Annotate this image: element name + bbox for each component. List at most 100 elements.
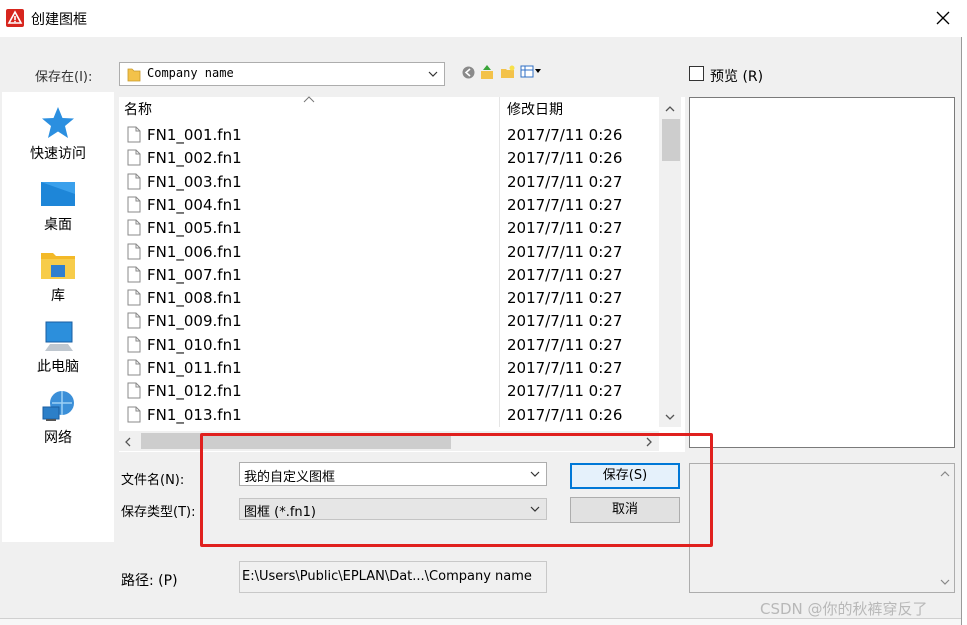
file-name: FN1_002.fn1 — [147, 149, 242, 168]
file-date: 2017/7/11 0:27 — [507, 289, 623, 308]
sort-ascending-icon — [303, 96, 315, 103]
file-icon — [127, 359, 141, 376]
file-name: FN1_004.fn1 — [147, 195, 242, 214]
save-in-dropdown[interactable]: Company name — [119, 62, 445, 86]
file-icon — [127, 382, 141, 399]
file-list[interactable]: 名称 修改日期 FN1_001.fn1 2017/7/11 0:26 FN1_002… — [119, 96, 685, 452]
network-icon — [42, 391, 74, 421]
scroll-down-icon[interactable] — [940, 578, 950, 586]
path-label: 路径: (P) — [121, 573, 178, 589]
filetype-label: 保存类型(T): — [121, 505, 196, 520]
scroll-left-icon[interactable] — [124, 437, 132, 447]
chevron-down-icon — [428, 71, 438, 77]
file-name: FN1_010.fn1 — [147, 335, 242, 354]
table-row[interactable]: FN1_013.fn1 2017/7/11 0:26 — [119, 403, 659, 426]
file-name: FN1_008.fn1 — [147, 289, 242, 308]
path-value: E:\Users\Public\EPLAN\Dat...\Company nam… — [242, 569, 532, 584]
annotation-highlight-box — [200, 433, 713, 547]
preview-checkbox[interactable] — [689, 66, 704, 81]
file-name: FN1_009.fn1 — [147, 312, 242, 331]
file-date: 2017/7/11 0:27 — [507, 312, 623, 331]
window-edge — [961, 37, 967, 625]
computer-icon — [45, 321, 73, 351]
preview-pane — [689, 97, 955, 448]
file-icon — [127, 126, 141, 143]
table-row[interactable]: FN1_007.fn1 2017/7/11 0:27 — [119, 263, 659, 286]
file-date: 2017/7/11 0:27 — [507, 382, 623, 401]
view-menu-icon[interactable] — [520, 65, 542, 79]
file-icon — [127, 243, 141, 259]
place-network[interactable]: 网络 — [2, 381, 114, 449]
file-icon — [127, 266, 141, 283]
file-date: 2017/7/11 0:27 — [507, 265, 623, 284]
place-desktop[interactable]: 桌面 — [2, 168, 114, 236]
close-icon[interactable] — [933, 8, 953, 28]
file-name: FN1_005.fn1 — [147, 219, 242, 238]
table-row[interactable]: FN1_006.fn1 2017/7/11 0:27 — [119, 240, 659, 263]
table-row[interactable]: FN1_008.fn1 2017/7/11 0:27 — [119, 286, 659, 309]
file-date: 2017/7/11 0:26 — [507, 405, 623, 424]
column-header-date[interactable]: 修改日期 — [507, 99, 563, 121]
file-icon — [127, 173, 141, 190]
library-folder-icon — [41, 253, 75, 279]
file-icon — [127, 406, 141, 423]
file-name: FN1_007.fn1 — [147, 265, 242, 284]
file-icon — [127, 336, 141, 353]
file-name: FN1_006.fn1 — [147, 242, 242, 261]
back-icon[interactable] — [462, 66, 475, 79]
window-title: 创建图框 — [31, 12, 87, 28]
up-folder-icon[interactable] — [480, 64, 494, 80]
table-row[interactable]: FN1_010.fn1 2017/7/11 0:27 — [119, 333, 659, 356]
place-library[interactable]: 库 — [2, 239, 114, 307]
file-date: 2017/7/11 0:26 — [507, 149, 623, 168]
vertical-scroll-thumb[interactable] — [662, 119, 680, 161]
file-date: 2017/7/11 0:27 — [507, 242, 623, 261]
table-row[interactable]: FN1_005.fn1 2017/7/11 0:27 — [119, 216, 659, 239]
preview-label: 预览 (R) — [710, 69, 764, 85]
file-icon — [127, 149, 141, 166]
file-date: 2017/7/11 0:27 — [507, 219, 623, 238]
file-date: 2017/7/11 0:27 — [507, 195, 623, 214]
app-warning-icon — [6, 9, 24, 27]
star-icon — [42, 107, 74, 138]
file-name: FN1_001.fn1 — [147, 126, 242, 144]
table-row[interactable]: FN1_011.fn1 2017/7/11 0:27 — [119, 356, 659, 379]
scroll-up-icon[interactable] — [665, 105, 675, 113]
table-row[interactable]: FN1_009.fn1 2017/7/11 0:27 — [119, 309, 659, 332]
file-name: FN1_003.fn1 — [147, 172, 242, 191]
file-date: 2017/7/11 0:27 — [507, 172, 623, 191]
file-name: FN1_013.fn1 — [147, 405, 242, 424]
table-row[interactable]: FN1_012.fn1 2017/7/11 0:27 — [119, 379, 659, 402]
table-row[interactable]: FN1_002.fn1 2017/7/11 0:26 — [119, 146, 659, 169]
table-row[interactable]: FN1_003.fn1 2017/7/11 0:27 — [119, 170, 659, 193]
place-this-pc[interactable]: 此电脑 — [2, 310, 114, 378]
file-icon — [127, 312, 141, 329]
new-folder-icon[interactable] — [500, 65, 516, 79]
scroll-down-icon[interactable] — [665, 413, 675, 421]
file-date: 2017/7/11 0:27 — [507, 335, 623, 354]
table-row[interactable]: FN1_001.fn1 2017/7/11 0:26 — [119, 123, 659, 146]
file-icon — [127, 219, 141, 236]
info-pane — [689, 463, 955, 593]
desktop-icon — [41, 182, 75, 206]
vertical-scrollbar[interactable] — [659, 97, 681, 427]
places-bar: 快速访问 桌面 库 此电脑 网络 — [2, 92, 114, 542]
watermark-text: CSDN @你的秋裤穿反了 — [760, 600, 928, 618]
file-icon — [127, 196, 141, 213]
save-in-value: Company name — [147, 66, 234, 80]
file-date: 2017/7/11 0:27 — [507, 359, 623, 377]
table-row[interactable]: FN1_004.fn1 2017/7/11 0:27 — [119, 193, 659, 216]
path-field: E:\Users\Public\EPLAN\Dat...\Company nam… — [239, 561, 547, 593]
folder-icon — [127, 68, 141, 82]
file-name: FN1_011.fn1 — [147, 359, 242, 377]
window-bottom-edge — [0, 618, 961, 625]
place-quick-access[interactable]: 快速访问 — [2, 97, 114, 165]
column-header-name[interactable]: 名称 — [124, 99, 152, 121]
file-name: FN1_012.fn1 — [147, 382, 242, 401]
title-bar: 创建图框 — [0, 0, 967, 37]
file-icon — [127, 289, 141, 306]
scroll-up-icon[interactable] — [940, 470, 950, 478]
save-in-label: 保存在(I): — [35, 70, 93, 85]
filename-label: 文件名(N): — [121, 473, 185, 488]
file-date: 2017/7/11 0:26 — [507, 126, 623, 144]
